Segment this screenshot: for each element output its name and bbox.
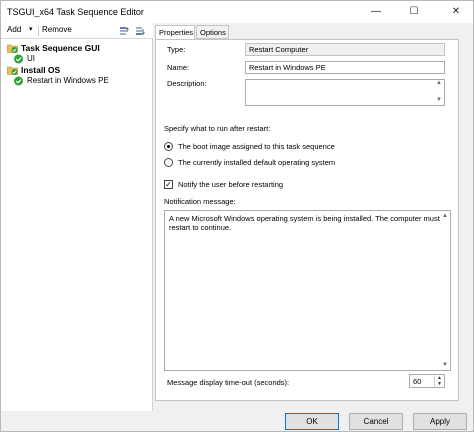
radio-button[interactable] [164, 142, 173, 151]
tree-item-label: Restart in Windows PE [27, 76, 109, 85]
title-bar: TSGUI_x64 Task Sequence Editor — ☐ ✕ [1, 1, 473, 23]
close-button[interactable]: ✕ [441, 1, 471, 23]
move-down-icon[interactable] [135, 26, 145, 36]
scroll-up-icon[interactable]: ▲ [436, 80, 442, 86]
maximize-button[interactable]: ☐ [399, 1, 429, 23]
name-input[interactable]: Restart in Windows PE [245, 61, 445, 74]
add-button[interactable]: Add [7, 25, 21, 34]
radio-button[interactable] [164, 158, 173, 167]
notification-message-input[interactable]: A new Microsoft Windows operating system… [164, 210, 451, 371]
radio-label: The boot image assigned to this task seq… [178, 142, 335, 151]
timeout-stepper[interactable]: 60 ▲ ▼ [409, 374, 445, 388]
timeout-label: Message display time-out (seconds): [167, 378, 290, 387]
tree-item-label: UI [27, 54, 35, 63]
toolbar-separator [38, 26, 39, 36]
task-sequence-tree[interactable]: Task Sequence GUI UI Install OS Restart … [1, 39, 153, 411]
tab-options[interactable]: Options [196, 25, 229, 39]
description-label: Description: [167, 79, 207, 88]
timeout-spin-buttons[interactable]: ▲ ▼ [434, 375, 444, 387]
type-field: Restart Computer [245, 43, 445, 56]
spin-down-icon[interactable]: ▼ [437, 381, 442, 387]
scroll-up-icon[interactable]: ▲ [442, 212, 448, 221]
scroll-down-icon[interactable]: ▼ [442, 361, 448, 370]
task-sequence-editor-window: TSGUI_x64 Task Sequence Editor — ☐ ✕ Add… [0, 0, 474, 432]
specify-restart-label: Specify what to run after restart: [164, 124, 271, 133]
message-scrollbar[interactable]: ▲ ▼ [441, 211, 450, 370]
window-title: TSGUI_x64 Task Sequence Editor [7, 7, 144, 17]
check-icon [14, 76, 23, 86]
tab-properties[interactable]: Properties [155, 25, 195, 40]
folder-check-icon [7, 66, 18, 75]
type-label: Type: [167, 45, 186, 54]
move-up-icon[interactable] [119, 26, 129, 36]
scroll-down-icon[interactable]: ▼ [436, 97, 442, 103]
radio-label: The currently installed default operatin… [178, 158, 336, 167]
apply-button[interactable]: Apply [413, 413, 467, 430]
description-scrollbar[interactable]: ▲ ▼ [435, 80, 444, 105]
notification-message-text: A new Microsoft Windows operating system… [169, 214, 440, 232]
minimize-button[interactable]: — [361, 1, 391, 23]
check-icon [14, 54, 23, 64]
tree-group-label: Install OS [21, 65, 61, 75]
description-input[interactable]: ▲ ▼ [245, 79, 445, 106]
remove-button[interactable]: Remove [42, 25, 72, 34]
ok-button[interactable]: OK [285, 413, 339, 430]
notify-user-checkbox[interactable]: ✓ [164, 180, 173, 189]
name-label: Name: [167, 63, 190, 72]
add-dropdown-caret-icon[interactable]: ▾ [29, 25, 33, 33]
notification-message-label: Notification message: [164, 197, 236, 206]
tree-group-label: Task Sequence GUI [21, 43, 100, 53]
toolbar: Add ▾ Remove [1, 23, 153, 39]
folder-check-icon [7, 44, 18, 53]
cancel-button[interactable]: Cancel [349, 413, 403, 430]
timeout-value: 60 [413, 377, 422, 386]
notify-user-label: Notify the user before restarting [178, 180, 284, 189]
properties-panel: Type: Restart Computer Name: Restart in … [155, 39, 459, 401]
